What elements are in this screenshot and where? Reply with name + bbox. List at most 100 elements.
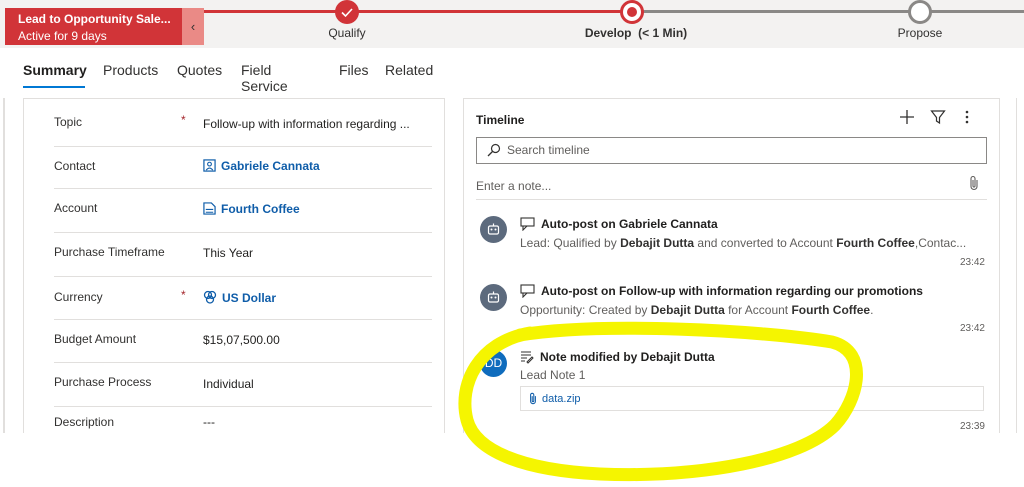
- stage-develop-duration: (< 1 Min): [638, 26, 688, 40]
- process-title-flyout[interactable]: Lead to Opportunity Sale... Active for 9…: [5, 8, 182, 45]
- currency-lookup-link[interactable]: US Dollar: [203, 290, 276, 305]
- field-purchase-timeframe: Purchase Timeframe This Year: [54, 233, 432, 277]
- timeline-post[interactable]: Auto-post on Gabriele Cannata Lead: Qual…: [464, 211, 1001, 273]
- stage-connector-completed: [204, 10, 632, 13]
- currency-name: US Dollar: [222, 291, 277, 305]
- post-body: Lead: Qualified by Debajit Dutta and con…: [520, 236, 980, 250]
- field-currency: Currency * US Dollar: [54, 277, 432, 320]
- more-options-icon[interactable]: [964, 109, 970, 130]
- post-text: .: [870, 303, 874, 317]
- post-account: Fourth Coffee: [791, 303, 871, 317]
- required-indicator: *: [181, 288, 186, 302]
- post-text: and converted to Account: [694, 236, 837, 250]
- field-account: Account Fourth Coffee: [54, 189, 432, 233]
- tab-field-service[interactable]: Field Service: [241, 62, 288, 94]
- post-title: Note modified by Debajit Dutta: [540, 350, 715, 364]
- contact-lookup-link[interactable]: Gabriele Cannata: [203, 159, 320, 173]
- stage-connector-pending: [632, 10, 1024, 13]
- contact-name: Gabriele Cannata: [221, 159, 320, 173]
- post-timestamp: 23:39: [959, 421, 985, 432]
- auto-post-icon: [520, 284, 535, 298]
- post-body: Opportunity: Created by Debajit Dutta fo…: [520, 303, 980, 317]
- field-budget-amount: Budget Amount $15,07,500.00: [54, 320, 432, 363]
- currency-icon: [203, 290, 217, 304]
- account-lookup-link[interactable]: Fourth Coffee: [203, 202, 300, 216]
- stage-propose-label[interactable]: Propose: [898, 26, 943, 40]
- post-header: Auto-post on Follow-up with information …: [520, 284, 923, 298]
- field-label: Purchase Process: [54, 375, 152, 389]
- left-panel-edge: [3, 98, 5, 433]
- stage-qualify-label[interactable]: Qualify: [328, 26, 365, 40]
- attach-icon: [530, 392, 536, 405]
- stage-develop-name: Develop: [584, 26, 632, 40]
- stage-propose-pending-icon[interactable]: [908, 0, 932, 24]
- stage-develop-label[interactable]: Develop (< 1 Min): [585, 26, 687, 40]
- field-label: Contact: [54, 159, 96, 173]
- post-title: Auto-post on Follow-up with information …: [541, 284, 923, 298]
- tab-summary[interactable]: Summary: [23, 62, 87, 78]
- tab-related[interactable]: Related: [385, 62, 433, 78]
- divider: [476, 199, 987, 200]
- post-user: Debajit Dutta: [650, 303, 725, 317]
- stage-qualify-completed-icon[interactable]: [335, 0, 359, 24]
- filter-icon[interactable]: [930, 109, 946, 130]
- note-body: Lead Note 1: [520, 368, 586, 382]
- post-text: Lead: Qualified by: [520, 236, 621, 250]
- tab-quotes[interactable]: Quotes: [177, 62, 222, 78]
- field-label: Account: [54, 201, 98, 215]
- note-icon: [521, 351, 534, 364]
- post-text: for Account: [724, 303, 792, 317]
- summary-form-section: Topic * Follow-up with information regar…: [23, 98, 445, 433]
- field-topic: Topic * Follow-up with information regar…: [54, 99, 432, 147]
- account-name: Fourth Coffee: [221, 202, 300, 216]
- search-placeholder: Search timeline: [507, 143, 590, 157]
- field-contact: Contact Gabriele Cannata: [54, 147, 432, 189]
- timeline-post[interactable]: Auto-post on Follow-up with information …: [464, 279, 1001, 341]
- post-text: Opportunity: Created by: [520, 303, 651, 317]
- post-header: Note modified by Debajit Dutta: [520, 350, 715, 364]
- timeline-title: Timeline: [476, 113, 525, 127]
- field-label: Currency: [54, 290, 103, 304]
- auto-post-icon: [520, 217, 535, 231]
- attachment-link[interactable]: data.zip: [520, 386, 984, 411]
- business-process-flow: Lead to Opportunity Sale... Active for 9…: [0, 0, 1024, 48]
- post-timestamp: 23:42: [959, 323, 985, 334]
- purchase-process-value[interactable]: Individual: [203, 377, 254, 391]
- tab-products[interactable]: Products: [103, 62, 158, 78]
- field-label: Purchase Timeframe: [54, 245, 165, 259]
- bot-avatar-icon: [480, 216, 507, 243]
- active-tab-indicator: [23, 86, 85, 88]
- stage-develop-active-icon[interactable]: [620, 0, 644, 24]
- user-avatar: DD: [480, 350, 507, 377]
- post-user: Debajit Dutta: [620, 236, 695, 250]
- field-label: Budget Amount: [54, 332, 137, 346]
- post-title: Auto-post on Gabriele Cannata: [541, 217, 718, 231]
- add-icon[interactable]: [899, 109, 915, 130]
- chevron-left-icon[interactable]: ‹: [182, 8, 204, 45]
- topic-value[interactable]: Follow-up with information regarding ...: [203, 117, 410, 131]
- tab-files[interactable]: Files: [339, 62, 369, 78]
- purchase-timeframe-value[interactable]: This Year: [203, 246, 253, 260]
- account-icon: [203, 202, 216, 215]
- attach-icon[interactable]: [969, 175, 979, 191]
- field-description: Description ---: [54, 407, 432, 437]
- post-text: ,Contac...: [914, 236, 967, 250]
- post-header: Auto-post on Gabriele Cannata: [520, 217, 718, 231]
- description-value[interactable]: ---: [203, 415, 215, 429]
- budget-amount-value[interactable]: $15,07,500.00: [203, 333, 280, 347]
- post-account: Fourth Coffee: [836, 236, 915, 250]
- process-status: Active for 9 days: [18, 29, 107, 43]
- right-panel-edge: [1016, 98, 1024, 433]
- process-name: Lead to Opportunity Sale...: [18, 12, 171, 26]
- timeline-section: Timeline Search timeline Enter a note...…: [463, 98, 1000, 433]
- timeline-note-post[interactable]: DD Note modified by Debajit Dutta Lead N…: [464, 347, 1001, 435]
- contact-icon: [203, 159, 216, 172]
- search-timeline-input[interactable]: Search timeline: [476, 137, 987, 164]
- field-purchase-process: Purchase Process Individual: [54, 363, 432, 407]
- attachment-filename: data.zip: [542, 393, 581, 405]
- bot-avatar-icon: [480, 284, 507, 311]
- required-indicator: *: [181, 113, 186, 127]
- search-icon: [487, 143, 501, 157]
- field-label: Description: [54, 415, 115, 429]
- enter-note-input[interactable]: Enter a note...: [476, 179, 551, 193]
